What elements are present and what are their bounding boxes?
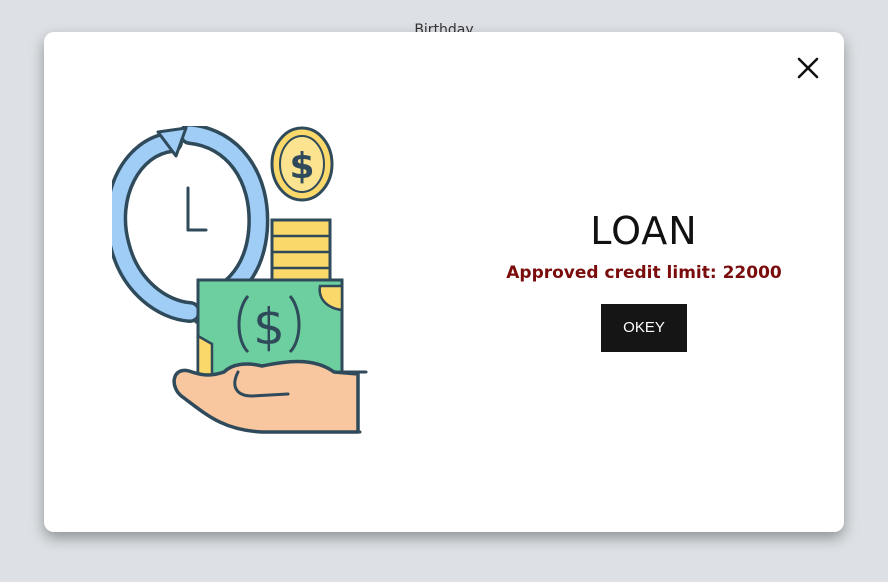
credit-limit-message: Approved credit limit: 22000: [506, 263, 782, 283]
modal-content: LOAN Approved credit limit: 22000 OKEY: [504, 206, 784, 352]
loan-money-hand-icon: $ $: [105, 123, 368, 440]
loan-modal: $ $ LOAN Approved credit limit: 22000 OK…: [44, 32, 844, 532]
svg-text:$: $: [289, 146, 314, 187]
okey-button[interactable]: OKEY: [601, 304, 687, 352]
close-icon[interactable]: [794, 54, 822, 82]
svg-text:$: $: [253, 298, 285, 356]
modal-title: LOAN: [590, 209, 698, 253]
